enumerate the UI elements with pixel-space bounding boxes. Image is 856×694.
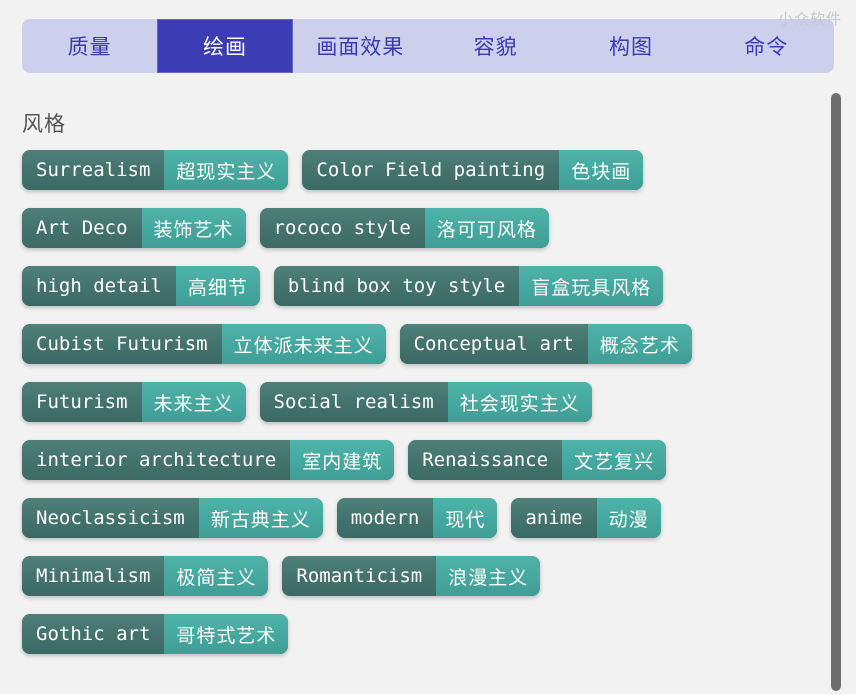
scrollbar-thumb[interactable] [831,93,841,691]
tag-label-en: Minimalism [22,556,165,596]
tag-label-zh: 盲盒玩具风格 [519,266,664,306]
tag-label-en: Futurism [22,382,142,422]
tag-label-en: Social realism [259,382,448,422]
tag-label-zh: 现代 [433,498,498,538]
tag-item[interactable]: Gothic art 哥特式艺术 [22,614,289,654]
tag-label-zh: 浪漫主义 [436,556,541,596]
tab-4[interactable]: 构图 [563,19,698,73]
tag-label-en: Color Field painting [302,150,560,190]
tag-item[interactable]: Neoclassicism 新古典主义 [22,498,323,538]
tag-row: Futurism 未来主义 Social realism 社会现实主义 [22,382,816,422]
tag-item[interactable]: Surrealism 超现实主义 [22,150,289,190]
tag-label-zh: 装饰艺术 [141,208,246,248]
tag-label-zh: 文艺复兴 [562,440,667,480]
tag-label-zh: 动漫 [596,498,661,538]
tag-item[interactable]: blind box toy style 盲盒玩具风格 [273,266,664,306]
tag-item[interactable]: Minimalism 极简主义 [22,556,269,596]
tag-label-zh: 室内建筑 [290,440,395,480]
watermark: 小众软件 [777,11,842,28]
tag-label-zh: 概念艺术 [587,324,692,364]
tag-label-en: Cubist Futurism [22,324,222,364]
tag-label-zh: 社会现实主义 [447,382,592,422]
tag-label-en: Conceptual art [399,324,588,364]
tag-item[interactable]: Cubist Futurism 立体派未来主义 [22,324,386,364]
scrollbar-track[interactable] [830,90,842,694]
tab-2[interactable]: 画面效果 [293,19,428,73]
tag-item[interactable]: Romanticism 浪漫主义 [282,556,541,596]
tag-item[interactable]: Art Deco 装饰艺术 [22,208,246,248]
tag-label-zh: 超现实主义 [164,150,289,190]
tag-row: Art Deco 装饰艺术 rococo style 洛可可风格 [22,208,816,248]
tag-label-en: Art Deco [22,208,142,248]
tab-label: 容貌 [473,36,518,59]
tag-item[interactable]: modern 现代 [336,498,498,538]
tag-label-en: rococo style [259,208,425,248]
tag-row: Neoclassicism 新古典主义 modern 现代 anime 动漫 [22,498,816,538]
tag-label-en: anime [511,498,597,538]
tag-label-en: Gothic art [22,614,165,654]
tag-row: Cubist Futurism 立体派未来主义 Conceptual art 概念艺术 [22,324,816,364]
tag-label-en: interior architecture [22,440,291,480]
tag-list: Surrealism 超现实主义 Color Field painting 色块画 Ar… [0,150,856,694]
tag-item[interactable]: Futurism 未来主义 [22,382,246,422]
tab-label: 画面效果 [316,36,405,59]
tag-label-zh: 立体派未来主义 [221,324,386,364]
tag-item[interactable]: anime 动漫 [511,498,661,538]
tag-row: high detail 高细节 blind box toy style 盲盒玩具风格 [22,266,816,306]
tab-label: 命令 [744,36,789,59]
tab-1[interactable]: 绘画 [157,19,293,73]
tag-item[interactable]: Color Field painting 色块画 [302,150,644,190]
tag-label-en: Neoclassicism [22,498,199,538]
tab-label: 质量 [67,36,112,59]
tag-item[interactable]: Social realism 社会现实主义 [259,382,592,422]
tag-label-en: blind box toy style [273,266,520,306]
tag-label-zh: 新古典主义 [198,498,323,538]
tag-item[interactable]: Renaissance 文艺复兴 [408,440,667,480]
tag-row: Gothic art 哥特式艺术 [22,614,816,654]
category-tabbar: 质量 绘画 画面效果 容貌 构图 命令 [22,19,834,73]
tag-label-en: high detail [22,266,176,306]
tag-label-en: Surrealism [22,150,165,190]
section-title: 风格 [22,113,66,136]
tab-0[interactable]: 质量 [22,19,157,73]
tag-label-zh: 高细节 [175,266,260,306]
tag-label-en: Renaissance [408,440,563,480]
tab-label: 绘画 [202,36,247,59]
tag-item[interactable]: high detail 高细节 [22,266,260,306]
tag-row: Surrealism 超现实主义 Color Field painting 色块画 [22,150,816,190]
tag-item[interactable]: interior architecture 室内建筑 [22,440,395,480]
tag-label-en: Romanticism [282,556,437,596]
tab-label: 构图 [608,36,653,59]
tag-row: Minimalism 极简主义 Romanticism 浪漫主义 [22,556,816,596]
tag-item[interactable]: rococo style 洛可可风格 [259,208,549,248]
tab-3[interactable]: 容貌 [428,19,563,73]
tag-label-zh: 极简主义 [164,556,269,596]
tab-list: 质量 绘画 画面效果 容貌 构图 命令 [22,19,834,73]
tag-label-zh: 哥特式艺术 [164,614,289,654]
tag-row: interior architecture 室内建筑 Renaissance 文艺复兴 [22,440,816,480]
tag-label-en: modern [336,498,434,538]
tag-label-zh: 未来主义 [141,382,246,422]
tag-item[interactable]: Conceptual art 概念艺术 [399,324,692,364]
tag-label-zh: 色块画 [559,150,644,190]
tag-label-zh: 洛可可风格 [424,208,549,248]
